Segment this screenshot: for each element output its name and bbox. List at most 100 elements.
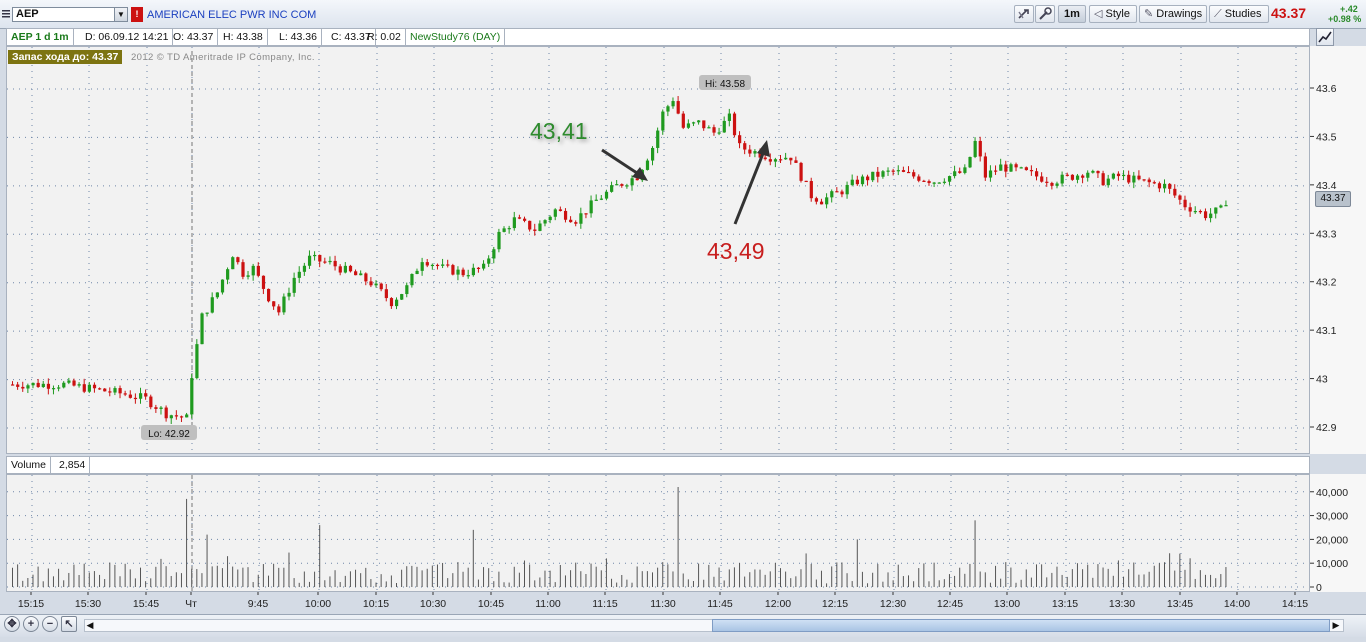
time-tick-label: 12:45	[937, 598, 963, 610]
candle	[179, 415, 184, 423]
candle	[558, 206, 563, 212]
candle	[364, 272, 368, 286]
candle	[968, 156, 972, 169]
candle	[87, 381, 91, 394]
style-button[interactable]: ◁ Style	[1089, 5, 1137, 23]
volume-tick-label: 30,000	[1316, 511, 1348, 523]
candle	[435, 263, 440, 270]
time-axis[interactable]: 15:15 15:30 15:45 Чт 9:45 10:00 10:15 10:30 10:4…	[6, 592, 1310, 612]
studies-button[interactable]: ⟋ Studies	[1209, 5, 1269, 23]
candle	[313, 251, 317, 261]
symbol-input[interactable]: AEP	[12, 7, 128, 22]
candle	[523, 216, 527, 223]
price-tick-label: 43.6	[1316, 83, 1337, 95]
candle	[333, 255, 337, 271]
time-tick-label: 12:00	[765, 598, 791, 610]
candle	[748, 144, 752, 157]
company-name-link[interactable]: AMERICAN ELEC PWR INC COM	[147, 9, 316, 21]
scrollbar-thumb[interactable]	[712, 619, 1330, 632]
candle	[599, 195, 603, 201]
info-range: R: 0.02	[363, 29, 406, 45]
candle	[702, 120, 706, 131]
price-chart[interactable]: 43,41 43,49 Hi: 43.58 Lo: 42.92	[7, 47, 1309, 453]
last-price: 43.37	[1271, 5, 1307, 21]
candle	[1214, 207, 1218, 219]
drawings-button[interactable]: ✎ Drawings	[1139, 5, 1207, 23]
candle	[1050, 181, 1054, 190]
candle	[133, 393, 138, 404]
candle	[1188, 202, 1192, 217]
candle	[942, 178, 947, 185]
alert-flag-icon[interactable]: !	[131, 7, 143, 22]
scroll-left-arrow-icon[interactable]: ◀	[84, 619, 96, 632]
candle	[502, 226, 506, 233]
pan-icon[interactable]: ✥	[4, 616, 20, 632]
candle	[82, 378, 86, 394]
candle	[528, 220, 532, 232]
candle	[67, 377, 71, 385]
candle	[860, 174, 865, 187]
price-axis[interactable]: 43.6 43.5 43.4 43.3 43.2 43.1 43 42.9 43.37	[1310, 46, 1366, 454]
candle	[251, 263, 255, 281]
candle	[1147, 177, 1151, 188]
info-symbol-period[interactable]: AEP 1 d 1m	[7, 29, 74, 45]
candle	[912, 169, 916, 179]
time-tick-label: 12:30	[880, 598, 906, 610]
time-tick-label: 11:45	[707, 598, 733, 610]
volume-chart[interactable]	[7, 475, 1309, 591]
candle	[139, 387, 143, 404]
candle	[51, 385, 56, 395]
candle	[630, 175, 634, 191]
candle	[210, 292, 214, 314]
candle	[1168, 183, 1172, 194]
studies-label: Studies	[1224, 8, 1262, 20]
link-icon[interactable]	[1014, 5, 1034, 23]
candle	[1040, 172, 1044, 183]
symbol-dropdown-button[interactable]: ▼	[114, 7, 128, 22]
scroll-right-arrow-icon[interactable]: ▶	[1330, 619, 1342, 632]
candle	[287, 287, 291, 301]
zoom-in-icon[interactable]: +	[23, 616, 39, 632]
timeframe-button[interactable]: 1m	[1058, 5, 1086, 23]
candle	[323, 257, 327, 264]
candle	[405, 282, 409, 298]
candle	[446, 259, 450, 268]
candle	[343, 262, 347, 274]
candle	[507, 225, 511, 234]
price-chart-panel[interactable]: 43,41 43,49 Hi: 43.58 Lo: 42.92 Запас хо…	[6, 46, 1310, 454]
candle	[461, 267, 465, 278]
time-tick-label: 9:45	[248, 598, 269, 610]
info-study[interactable]: NewStudy76 (DAY)	[406, 29, 506, 45]
candle	[983, 152, 987, 181]
candle	[615, 179, 619, 186]
annotation-arrow-red	[733, 140, 770, 225]
candle	[569, 216, 573, 223]
info-high: H: 43.38	[219, 29, 268, 45]
candle	[1009, 162, 1013, 172]
candle	[92, 382, 97, 393]
price-tick-label: 43.5	[1316, 131, 1337, 143]
annotation-arrow-green	[601, 148, 648, 181]
zoom-out-icon[interactable]: −	[42, 616, 58, 632]
volume-chart-panel[interactable]	[6, 474, 1310, 592]
candle	[814, 196, 819, 205]
menu-icon[interactable]	[2, 9, 10, 18]
price-tick-label: 43.3	[1316, 228, 1337, 240]
chart-settings-icon[interactable]	[1316, 28, 1334, 46]
settings-icon[interactable]	[1035, 5, 1055, 23]
cursor-icon[interactable]: ↖	[61, 616, 77, 632]
volume-label[interactable]: Volume	[7, 457, 52, 473]
candle	[21, 381, 25, 392]
candle	[277, 304, 281, 316]
candle	[256, 262, 260, 278]
copyright-text: 2012 © TD Ameritrade IP Company, Inc.	[131, 52, 315, 63]
candle	[169, 414, 173, 425]
candle	[743, 140, 747, 155]
candle	[1183, 195, 1187, 211]
time-tick-label: 13:45	[1167, 598, 1193, 610]
candle	[922, 179, 926, 182]
candle	[1198, 209, 1203, 214]
candle	[267, 288, 271, 303]
candle	[681, 111, 685, 130]
time-tick-label: 10:30	[420, 598, 446, 610]
